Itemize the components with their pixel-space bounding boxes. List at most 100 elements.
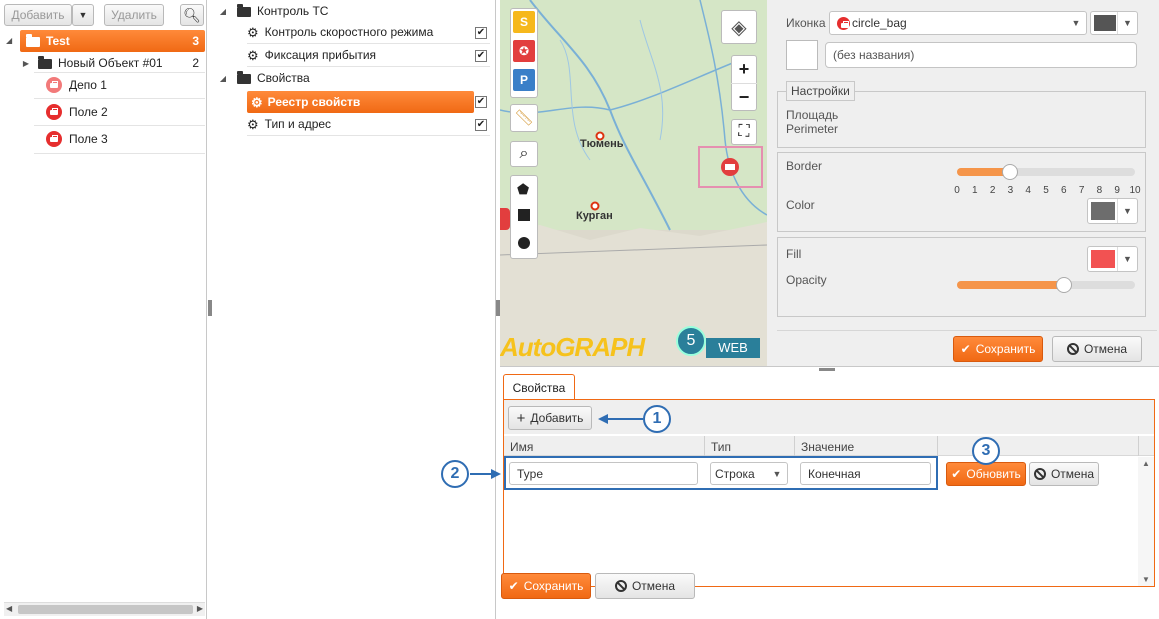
style-save-button[interactable]: ✔ Сохранить [953, 336, 1043, 362]
bag-marker-icon[interactable] [500, 208, 510, 230]
delete-object-button[interactable]: Удалить [104, 4, 164, 26]
table-header: Имя Тип Значение [504, 436, 1154, 456]
add-dropdown-button[interactable]: ▼ [72, 4, 94, 26]
row-cancel-button[interactable]: Отмена [1029, 462, 1099, 486]
fullscreen-icon[interactable]: ⛶ [731, 119, 757, 145]
expand-arrow-icon[interactable]: ◢ [6, 36, 12, 45]
add-property-button[interactable]: + Добавить [508, 406, 592, 430]
expanded-arrow-icon[interactable]: ◢ [217, 74, 229, 83]
splitter-handle[interactable] [208, 300, 212, 316]
chevron-down-icon: ▼ [772, 468, 782, 479]
fill-color-swatch [1091, 250, 1115, 268]
chevron-down-icon: ▼ [1071, 18, 1081, 28]
vertical-scrollbar[interactable]: ▲ ▼ [1138, 457, 1154, 586]
speed-layer-icon[interactable]: S [513, 11, 535, 33]
border-tick-label: 5 [1043, 185, 1049, 196]
folder-icon [38, 56, 52, 69]
icon-select[interactable]: circle_bag ▼ [829, 11, 1087, 35]
scroll-up-icon[interactable]: ▲ [1142, 459, 1150, 468]
item-property-registry[interactable]: ⚙ Реестр свойств [247, 91, 474, 113]
folder-icon [237, 4, 251, 17]
scrollbar-thumb[interactable] [18, 605, 193, 614]
scroll-left-icon[interactable]: ◀ [6, 604, 12, 613]
tab-properties[interactable]: Свойства [503, 374, 575, 400]
property-value-field[interactable]: Конечная [800, 462, 931, 485]
chevron-down-icon: ▼ [1117, 12, 1137, 34]
polygon-draw-icon[interactable]: ⬟ [517, 181, 529, 198]
perimeter-label: Perimeter [786, 122, 839, 136]
zoom-search-icon[interactable]: ⌕ [510, 141, 538, 167]
border-tick-label: 2 [989, 185, 996, 196]
update-button[interactable]: ✔ Обновить [946, 462, 1026, 486]
search-button[interactable]: 🔍︎ [180, 4, 204, 26]
horizontal-scrollbar[interactable]: ◀ ▶ [4, 602, 205, 616]
scroll-down-icon[interactable]: ▼ [1142, 575, 1150, 584]
gear-icon: ⚙ [247, 24, 259, 40]
map-view[interactable]: Тюмень Курган S ✪ P 📏︎ ⌕ ⬟ ◈ + − ⛶ AutoG… [500, 0, 767, 366]
ruler-icon[interactable]: 📏︎ [510, 104, 538, 132]
tree-item-depo[interactable]: Депо 1 [46, 74, 205, 96]
check-icon: ✔ [960, 342, 971, 356]
icon-color-picker[interactable]: ▼ [1090, 11, 1138, 35]
check-icon: ✔ [508, 579, 519, 593]
border-slider[interactable] [957, 164, 1135, 180]
update-label: Обновить [966, 467, 1021, 481]
folder-open-icon [26, 34, 40, 47]
item-speed-control[interactable]: ⚙ Контроль скоростного режима [247, 21, 490, 43]
layers-icon[interactable]: ◈ [721, 10, 757, 44]
item-label: Тип и адрес [264, 117, 332, 131]
checkbox-property-registry[interactable]: ✔ [475, 96, 487, 108]
style-cancel-button[interactable]: Отмена [1052, 336, 1142, 362]
expanded-arrow-icon[interactable]: ◢ [217, 7, 229, 16]
properties-save-button[interactable]: ✔ Сохранить [501, 573, 591, 599]
property-type-select[interactable]: Строка ▼ [710, 462, 788, 485]
checkbox-type-address[interactable]: ✔ [475, 119, 487, 131]
poi-layer-icon[interactable]: ✪ [513, 40, 535, 62]
properties-cancel-button[interactable]: Отмена [595, 573, 695, 599]
tree-item-field-3[interactable]: Поле 3 [46, 128, 205, 150]
opacity-slider-handle[interactable] [1055, 277, 1072, 293]
cancel-label: Отмена [1083, 342, 1128, 356]
add-object-button[interactable]: Добавить [4, 4, 72, 26]
folder-vehicle-control[interactable]: ◢ Контроль ТС [217, 0, 492, 22]
tree-item-field-2[interactable]: Поле 2 [46, 101, 205, 123]
parking-layer-icon[interactable]: P [513, 69, 535, 91]
city-label-kurgan: Курган [576, 210, 613, 222]
properties-editor: Свойства + Добавить Имя Тип Значение Typ… [500, 372, 1159, 619]
tree-item-new-object[interactable]: ▶ Новый Объект #01 2 [20, 52, 205, 74]
item-type-address[interactable]: ⚙ Тип и адрес [247, 113, 490, 135]
checkbox-speed-control[interactable]: ✔ [475, 27, 487, 39]
scroll-right-icon[interactable]: ▶ [197, 604, 203, 613]
callout-3: 3 [972, 437, 1000, 465]
left-panel: Добавить ▼ Удалить 🔍︎ Test 3 ◢ ▶ Новый О… [0, 0, 207, 619]
item-arrival-fix[interactable]: ⚙ Фиксация прибытия [247, 44, 490, 66]
zoom-out-button[interactable]: − [731, 83, 757, 109]
tree-item-label: Депо 1 [69, 78, 107, 92]
circle-draw-icon[interactable] [518, 237, 530, 249]
border-color-swatch [1091, 202, 1115, 220]
gear-icon: ⚙ [247, 116, 259, 132]
property-name-field[interactable]: Type [509, 462, 698, 485]
chevron-down-icon: ▼ [1117, 199, 1137, 223]
border-tick-label: 7 [1078, 185, 1085, 196]
opacity-slider[interactable] [957, 277, 1135, 293]
checkbox-arrival-fix[interactable]: ✔ [475, 50, 487, 62]
collapse-arrow-icon[interactable]: ▶ [20, 59, 32, 68]
callout-2: 2 [441, 460, 469, 488]
border-color-picker[interactable]: ▼ [1087, 198, 1138, 224]
rectangle-draw-icon[interactable] [518, 209, 530, 221]
folder-properties[interactable]: ◢ Свойства [217, 67, 492, 89]
horizontal-splitter-handle[interactable] [819, 368, 835, 371]
fill-color-picker[interactable]: ▼ [1087, 246, 1138, 272]
tree-item-count: 2 [192, 56, 199, 70]
name-field[interactable]: (без названия) [825, 42, 1137, 68]
cancel-icon [614, 580, 627, 592]
icon-color-swatch [1094, 15, 1116, 31]
gear-icon: ⚙ [251, 94, 263, 110]
property-type-value: Строка [715, 466, 755, 481]
tree-item-test[interactable]: Test 3 [20, 30, 205, 52]
zoom-in-button[interactable]: + [731, 56, 757, 82]
border-tick-label: 3 [1007, 185, 1014, 196]
map-canvas[interactable] [500, 0, 767, 366]
gear-icon: ⚙ [247, 47, 259, 63]
